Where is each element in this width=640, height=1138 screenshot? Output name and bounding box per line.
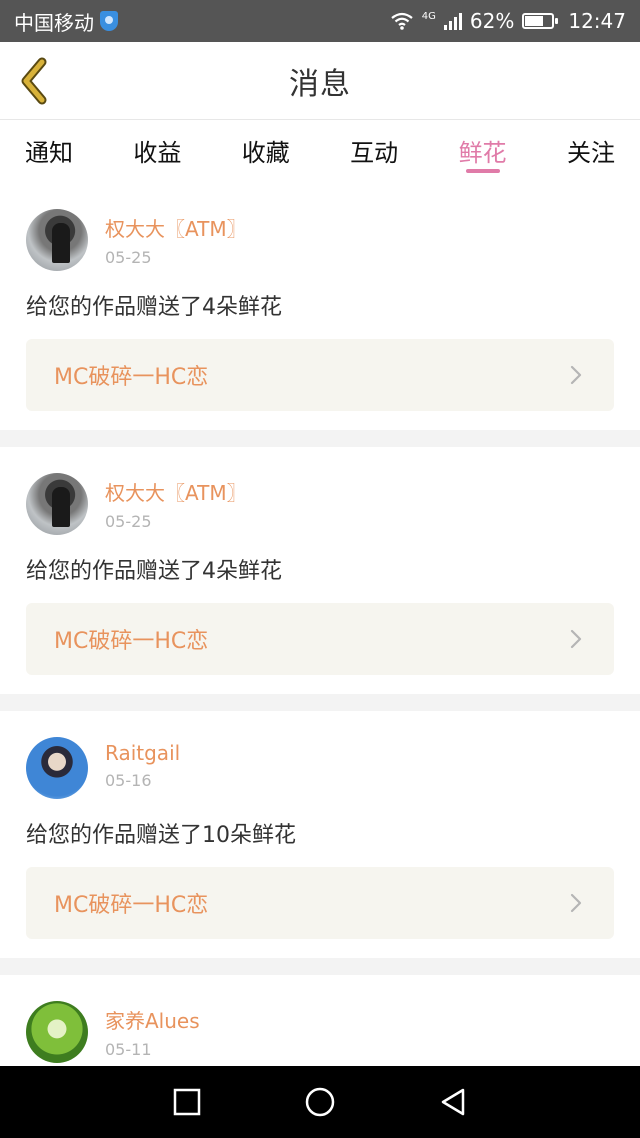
- work-title: MC破碎一HC恋: [54, 893, 209, 918]
- message-card: 权大大〖ATM〗 05-25 给您的作品赠送了4朵鲜花 MC破碎一HC恋: [0, 447, 640, 694]
- chevron-right-icon: [570, 365, 582, 385]
- card-divider: [0, 958, 640, 975]
- username[interactable]: 权大大〖ATM〗: [105, 213, 247, 242]
- shield-icon: [100, 11, 118, 31]
- message-date: 05-25: [105, 512, 152, 531]
- username[interactable]: 家养Alues: [105, 1005, 200, 1034]
- tab-favorites[interactable]: 收藏: [242, 121, 290, 183]
- message-date: 05-25: [105, 248, 152, 267]
- active-tab-indicator: [465, 169, 500, 173]
- status-right: 4G 62% 12:47: [390, 9, 626, 33]
- triangle-back-icon: [442, 1088, 465, 1116]
- work-link[interactable]: MC破碎一HC恋: [26, 603, 614, 675]
- system-nav-bar: [0, 1066, 640, 1138]
- tab-bar: 通知 收益 收藏 互动 鲜花 关注: [0, 121, 640, 183]
- chevron-right-icon: [570, 629, 582, 649]
- back-button[interactable]: [16, 56, 56, 106]
- card-divider: [0, 430, 640, 447]
- avatar[interactable]: [26, 209, 88, 271]
- username[interactable]: 权大大〖ATM〗: [105, 477, 247, 506]
- square-icon: [173, 1088, 200, 1116]
- recent-apps-button[interactable]: [167, 1082, 207, 1122]
- chevron-right-icon: [570, 893, 582, 913]
- message-card: 权大大〖ATM〗 05-25 给您的作品赠送了4朵鲜花 MC破碎一HC恋: [0, 183, 640, 430]
- status-bar: 中国移动 4G 62% 12:47: [0, 0, 640, 42]
- page-title: 消息: [289, 66, 351, 102]
- message-date: 05-11: [105, 1040, 152, 1059]
- message-text: 给您的作品赠送了4朵鲜花: [26, 559, 282, 584]
- avatar[interactable]: [26, 473, 88, 535]
- clock: 12:47: [568, 9, 626, 33]
- tab-label: 收益: [133, 139, 182, 167]
- tab-label: 收藏: [241, 139, 290, 167]
- message-date: 05-16: [105, 771, 152, 790]
- circle-icon: [305, 1087, 335, 1117]
- carrier-label: 中国移动: [14, 10, 94, 35]
- user-info: 权大大〖ATM〗 05-25: [105, 213, 247, 267]
- tab-following[interactable]: 关注: [567, 121, 615, 183]
- work-title: MC破碎一HC恋: [54, 365, 209, 390]
- network-type-label: 4G: [421, 11, 436, 22]
- user-info: 家养Alues 05-11: [105, 1005, 200, 1059]
- work-link[interactable]: MC破碎一HC恋: [26, 339, 614, 411]
- tab-label: 通知: [25, 139, 73, 167]
- tab-label: 关注: [566, 139, 615, 167]
- tab-notifications[interactable]: 通知: [25, 121, 73, 183]
- signal-icon: [443, 12, 462, 30]
- message-text: 给您的作品赠送了4朵鲜花: [26, 295, 282, 320]
- avatar[interactable]: [26, 737, 88, 799]
- tab-label: 鲜花: [458, 139, 507, 167]
- wifi-icon: [391, 12, 413, 30]
- header-bar: 消息: [0, 42, 640, 120]
- card-divider: [0, 694, 640, 711]
- work-title: MC破碎一HC恋: [54, 629, 209, 654]
- tab-interactions[interactable]: 互动: [350, 121, 398, 183]
- battery-percent: 62%: [469, 9, 515, 33]
- tab-earnings[interactable]: 收益: [133, 121, 181, 183]
- username[interactable]: Raitgail: [105, 741, 180, 765]
- user-info: 权大大〖ATM〗 05-25: [105, 477, 247, 531]
- back-arrow-icon: [21, 57, 47, 105]
- home-button[interactable]: [300, 1082, 340, 1122]
- status-left: 中国移动: [14, 7, 118, 36]
- back-nav-button[interactable]: [433, 1082, 473, 1122]
- avatar[interactable]: [26, 1001, 88, 1063]
- user-info: Raitgail 05-16: [105, 741, 180, 790]
- battery-icon: [522, 13, 559, 29]
- message-text: 给您的作品赠送了10朵鲜花: [26, 823, 296, 848]
- tab-flowers[interactable]: 鲜花: [459, 121, 507, 183]
- work-link[interactable]: MC破碎一HC恋: [26, 867, 614, 939]
- tab-label: 互动: [350, 139, 399, 167]
- message-list: 权大大〖ATM〗 05-25 给您的作品赠送了4朵鲜花 MC破碎一HC恋 权大大…: [0, 183, 640, 1095]
- message-card: Raitgail 05-16 给您的作品赠送了10朵鲜花 MC破碎一HC恋: [0, 711, 640, 958]
